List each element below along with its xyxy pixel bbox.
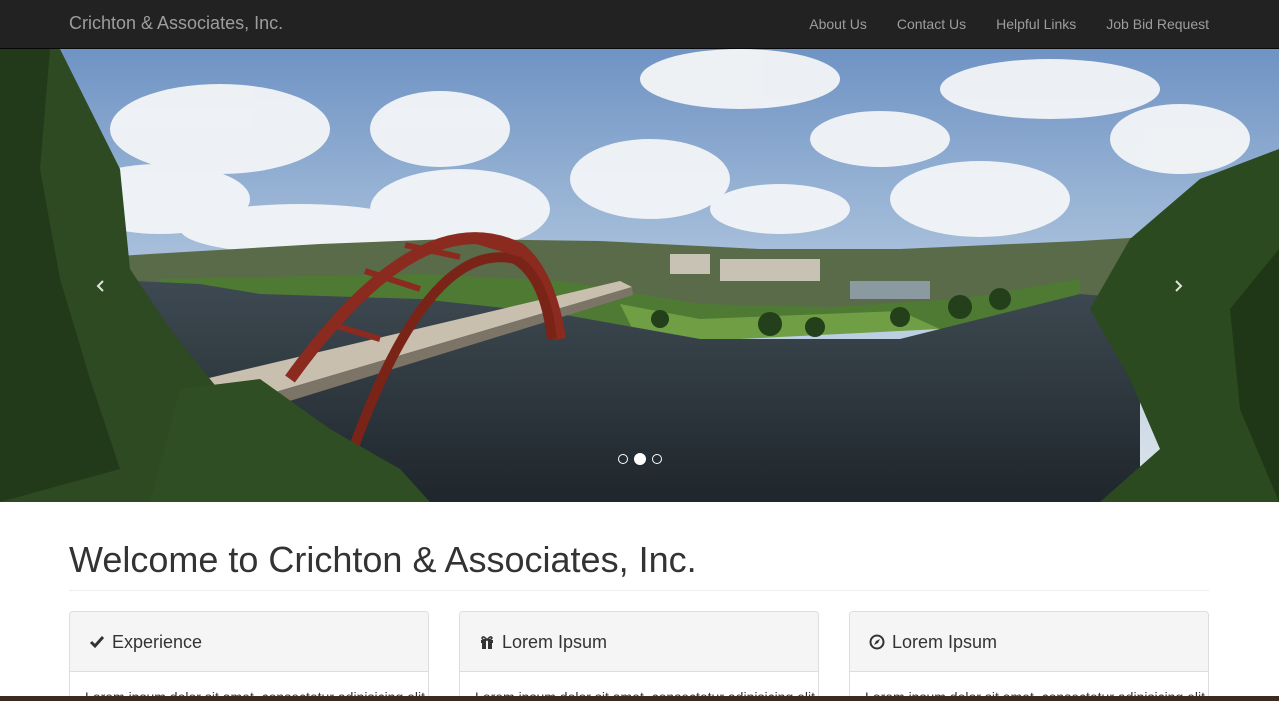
carousel-next-button[interactable]	[1163, 271, 1193, 301]
page-title: Welcome to Crichton & Associates, Inc.	[69, 539, 697, 580]
nav-job-bid-request[interactable]: Job Bid Request	[1106, 14, 1209, 34]
gift-icon	[478, 633, 496, 651]
hero-carousel	[0, 49, 1279, 502]
panel-heading: Experience	[70, 612, 428, 672]
carousel-prev-button[interactable]	[86, 271, 116, 301]
nav-about-us[interactable]: About Us	[809, 14, 867, 34]
nav-helpful-links[interactable]: Helpful Links	[996, 14, 1076, 34]
feature-panel-lorem-ipsum-1: Lorem Ipsum Lorem ipsum dolor sit amet, …	[459, 611, 819, 701]
compass-icon	[868, 633, 886, 651]
chevron-left-icon	[96, 280, 104, 292]
navbar: Crichton & Associates, Inc. About Us Con…	[0, 0, 1279, 49]
nav-contact-us[interactable]: Contact Us	[897, 14, 966, 34]
carousel-indicator-1[interactable]	[617, 454, 628, 464]
brand-link[interactable]: Crichton & Associates, Inc.	[69, 12, 283, 34]
carousel-indicator-2[interactable]	[633, 453, 646, 465]
carousel-indicator-3[interactable]	[651, 454, 662, 464]
chevron-right-icon	[1175, 280, 1183, 292]
panel-heading: Lorem Ipsum	[460, 612, 818, 672]
feature-panel-lorem-ipsum-2: Lorem Ipsum Lorem ipsum dolor sit amet, …	[849, 611, 1209, 701]
panel-title: Lorem Ipsum	[892, 631, 998, 652]
window-bottom-edge	[0, 696, 1279, 701]
nav-links: About Us Contact Us Helpful Links Job Bi…	[779, 0, 1209, 48]
panel-title: Lorem Ipsum	[502, 631, 608, 652]
carousel-slide-image	[0, 49, 1279, 502]
page-header: Welcome to Crichton & Associates, Inc.	[69, 540, 1209, 591]
feature-panel-experience: Experience Lorem ipsum dolor sit amet, c…	[69, 611, 429, 701]
panel-heading: Lorem Ipsum	[850, 612, 1208, 672]
check-icon	[88, 633, 106, 651]
carousel-indicators	[0, 453, 1279, 465]
panel-title: Experience	[112, 631, 203, 652]
